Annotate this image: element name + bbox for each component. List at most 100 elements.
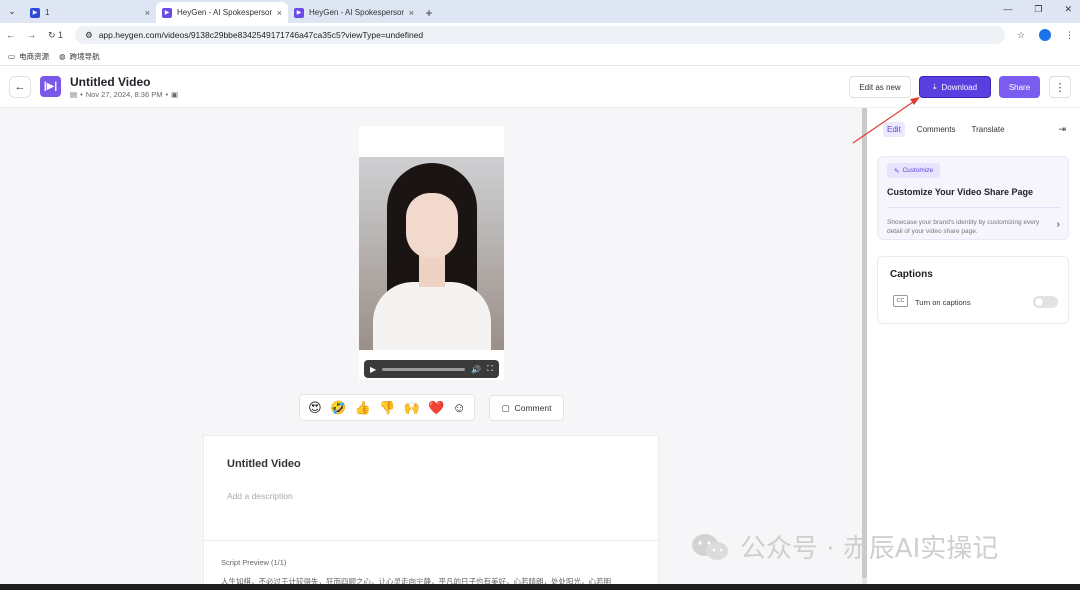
customize-title: Customize Your Video Share Page: [887, 187, 1034, 197]
captions-toggle[interactable]: [1033, 296, 1058, 308]
tab-close-icon[interactable]: ×: [277, 8, 282, 18]
edit-as-new-button[interactable]: Edit as new: [849, 76, 911, 98]
watermark: 公众号 · 赤辰AI实操记: [690, 528, 998, 565]
reload-badge: 1: [58, 29, 64, 40]
tab-search-icon[interactable]: ⌄: [0, 0, 24, 23]
new-tab-button[interactable]: +: [420, 2, 438, 23]
comment-label: Comment: [514, 403, 552, 413]
more-options-button[interactable]: ⋮: [1049, 76, 1071, 98]
tab-title: HeyGen - AI Spokesperson V: [177, 8, 272, 17]
chevron-right-icon[interactable]: ›: [1057, 219, 1060, 230]
tab-comments[interactable]: Comments: [913, 122, 960, 137]
address-bar-row: ← → ↻ 1 ⚙ app.heygen.com/videos/9138c29b…: [0, 23, 1080, 47]
fullscreen-icon[interactable]: ⛶: [487, 364, 493, 374]
tab-title: HeyGen - AI Spokesperson V: [309, 8, 404, 17]
url-text: app.heygen.com/videos/9138c29bbe83425491…: [98, 30, 424, 40]
reaction-bar: 😍 🤣 👍 👎 🙌 ❤️ ☺: [299, 394, 475, 421]
download-label: Download: [941, 82, 978, 92]
folder-icon: ▭: [8, 51, 16, 61]
close-window-icon[interactable]: ✕: [1064, 4, 1072, 15]
customize-chip: ✎ Customize: [887, 163, 941, 178]
profile-avatar-icon[interactable]: [1039, 29, 1051, 41]
browser-tab-2[interactable]: ▶ HeyGen - AI Spokesperson V ×: [156, 2, 288, 23]
comment-icon: ▢: [501, 402, 510, 413]
window-controls: — ❐ ✕: [1003, 4, 1072, 15]
reload-icon[interactable]: ↻ 1: [48, 30, 63, 41]
forward-nav-icon[interactable]: →: [27, 30, 36, 40]
captions-title: Captions: [890, 269, 933, 280]
bookmarks-bar: ▭ 电商资源 ◍ 跨境导航: [0, 47, 1080, 66]
restore-icon[interactable]: ❐: [1034, 4, 1042, 15]
tab-edit[interactable]: Edit: [883, 122, 905, 137]
main-content: ▶ 🔊 ⛶ 😍 🤣 👍 👎 🙌 ❤️ ☺ ▢ Comment Untitled …: [0, 108, 862, 590]
bookmark-label: 跨境导航: [69, 51, 100, 61]
bookmark-star-icon[interactable]: ☆: [1017, 30, 1025, 41]
minimize-icon[interactable]: —: [1003, 4, 1012, 15]
magic-wand-icon: ✎: [894, 167, 900, 175]
video-meta: ▤ • Nov 27, 2024, 8:36 PM • ▣: [70, 90, 179, 99]
browser-tab-bar: ⌄ ▶ 1 × ▶ HeyGen - AI Spokesperson V × ▶…: [0, 0, 1080, 23]
share-button[interactable]: Share: [999, 76, 1040, 98]
video-title: Untitled Video: [70, 75, 151, 89]
bookmark-label: 电商资源: [19, 51, 50, 61]
tab-translate[interactable]: Translate: [967, 122, 1008, 137]
comment-button[interactable]: ▢ Comment: [489, 395, 564, 421]
right-panel: Edit Comments Translate ⇥ ✎ Customize Cu…: [867, 108, 1080, 590]
download-icon: ⤓: [932, 82, 937, 91]
video-controls: ▶ 🔊 ⛶: [364, 360, 499, 378]
file-icon: ▤: [70, 90, 78, 99]
app-header: ← |▶| Untitled Video ▤ • Nov 27, 2024, 8…: [0, 66, 1080, 108]
tab-close-icon[interactable]: ×: [145, 8, 150, 18]
red-heart-icon[interactable]: ❤️: [428, 400, 444, 416]
browser-tab-1[interactable]: ▶ 1 ×: [24, 2, 156, 23]
heygen-logo-icon: |▶|: [40, 76, 61, 97]
back-button[interactable]: ←: [9, 76, 31, 98]
wechat-logo-icon: [692, 533, 728, 560]
script-preview-label: Script Preview (1/1): [221, 558, 287, 567]
thumbs-up-icon[interactable]: 👍: [355, 400, 371, 416]
customize-description: Showcase your brand's identity by custom…: [887, 219, 1040, 235]
description-input[interactable]: Add a description: [227, 491, 293, 501]
thumbs-down-icon[interactable]: 👎: [379, 400, 395, 416]
browser-menu-icon[interactable]: ⋮: [1065, 30, 1074, 41]
download-button[interactable]: ⤓ Download: [919, 76, 991, 98]
back-nav-icon[interactable]: ←: [6, 30, 15, 40]
site-info-icon[interactable]: ⚙: [85, 30, 93, 41]
closed-captions-icon: CC: [893, 295, 908, 307]
customize-share-page-card[interactable]: ✎ Customize Customize Your Video Share P…: [877, 156, 1069, 240]
bookmark-folder[interactable]: ▭ 电商资源: [8, 51, 49, 62]
customize-chip-label: Customize: [902, 167, 934, 174]
details-title[interactable]: Untitled Video: [227, 458, 301, 470]
arrow-left-icon: ←: [14, 81, 26, 93]
divider: [204, 540, 660, 541]
add-reaction-icon[interactable]: ☺: [453, 400, 466, 415]
heygen-favicon-icon: ▶: [162, 7, 172, 18]
play-icon[interactable]: ▶: [370, 365, 376, 374]
volume-icon[interactable]: 🔊: [471, 365, 481, 374]
video-date: Nov 27, 2024, 8:36 PM: [85, 90, 163, 99]
heygen-favicon-icon: ▶: [294, 7, 304, 18]
captions-toggle-label: Turn on captions: [915, 298, 971, 307]
avatar-face: [406, 193, 458, 259]
heart-eyes-emoji-icon[interactable]: 😍: [308, 400, 322, 416]
more-vertical-icon: ⋮: [1054, 81, 1066, 94]
raised-hands-icon[interactable]: 🙌: [404, 400, 420, 416]
globe-icon: ◍: [59, 51, 66, 61]
bookmark-link[interactable]: ◍ 跨境导航: [59, 51, 100, 62]
os-taskbar: [0, 584, 1080, 590]
tab-title: 1: [45, 8, 50, 17]
laughing-emoji-icon[interactable]: 🤣: [330, 400, 346, 416]
panel-tabs: Edit Comments Translate: [883, 122, 1009, 137]
tab-close-icon[interactable]: ×: [409, 8, 414, 18]
collapse-panel-icon[interactable]: ⇥: [1058, 124, 1066, 135]
video-type-icon: ▣: [171, 90, 179, 99]
video-progress-bar[interactable]: [382, 367, 466, 371]
video-details-card: Untitled Video Add a description Script …: [203, 435, 660, 590]
video-frame[interactable]: [359, 157, 504, 350]
browser-tab-3[interactable]: ▶ HeyGen - AI Spokesperson V ×: [288, 2, 420, 23]
url-field[interactable]: ⚙ app.heygen.com/videos/9138c29bbe834254…: [75, 26, 1005, 44]
captions-card: Captions CC Turn on captions: [877, 256, 1069, 324]
tab-favicon-icon: ▶: [30, 7, 40, 18]
video-player[interactable]: [359, 126, 504, 380]
watermark-text: 公众号 · 赤辰AI实操记: [740, 534, 999, 564]
